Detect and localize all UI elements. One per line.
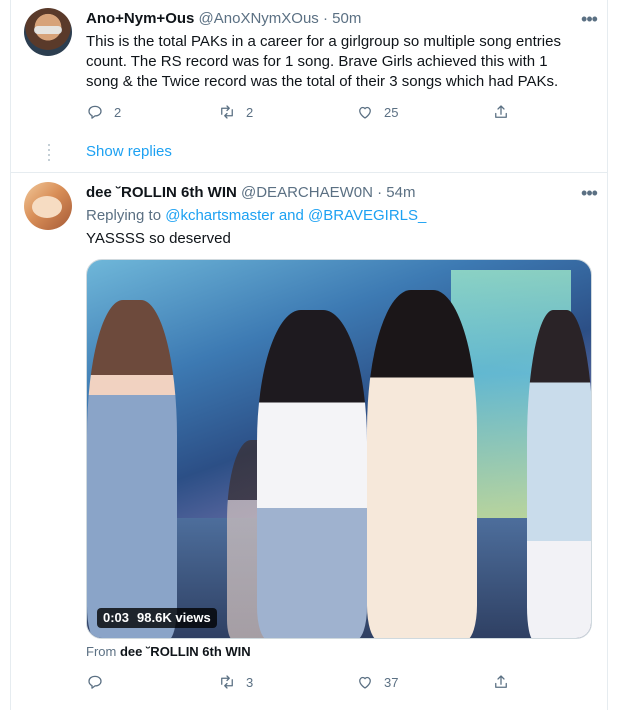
video-time: 0:03 bbox=[103, 610, 130, 625]
tweet-header: dee ˘ROLLIN 6th WIN @DEARCHAEW0N · 54m bbox=[86, 184, 415, 201]
timestamp[interactable]: 54m bbox=[386, 184, 415, 201]
performer-figure bbox=[257, 310, 367, 638]
thread-connector bbox=[48, 144, 50, 164]
performer-figure bbox=[87, 300, 177, 638]
mention-link[interactable]: @kchartsmaster bbox=[165, 207, 274, 224]
dot-separator: · bbox=[322, 10, 328, 27]
like-count: 25 bbox=[384, 104, 399, 120]
display-name[interactable]: Ano+Nym+Ous bbox=[86, 10, 194, 27]
replying-to: Replying to @kchartsmaster and @BRAVEGIR… bbox=[86, 207, 426, 224]
mention-link[interactable]: @BRAVEGIRLS_ bbox=[308, 207, 426, 224]
video-player[interactable]: 0:03 98.6K views bbox=[86, 259, 592, 639]
performer-figure bbox=[527, 310, 591, 638]
more-icon[interactable]: ••• bbox=[580, 10, 598, 28]
from-name[interactable]: dee ˘ROLLIN 6th WIN bbox=[120, 644, 251, 659]
like-icon bbox=[359, 106, 371, 119]
retweet-count: 2 bbox=[246, 104, 254, 120]
share-button[interactable] bbox=[492, 671, 510, 693]
retweet-icon bbox=[221, 675, 233, 689]
avatar[interactable] bbox=[24, 182, 72, 230]
avatar-glasses bbox=[34, 26, 62, 34]
handle[interactable]: @AnoXNymXOus bbox=[199, 10, 319, 27]
video-views: 98.6K views bbox=[137, 610, 211, 625]
performer-figure bbox=[367, 290, 477, 638]
retweet-icon bbox=[221, 105, 233, 119]
more-icon[interactable]: ••• bbox=[580, 184, 598, 202]
tweet-actions: 2 2 25 bbox=[86, 101, 526, 123]
replying-and: and bbox=[278, 207, 304, 224]
share-icon bbox=[495, 105, 507, 118]
tweet-divider bbox=[10, 172, 608, 173]
timestamp[interactable]: 50m bbox=[332, 10, 361, 27]
reply-count: 2 bbox=[114, 104, 122, 120]
retweet-button[interactable]: 2 bbox=[218, 101, 253, 123]
avatar[interactable] bbox=[24, 8, 72, 56]
like-count: 37 bbox=[384, 674, 399, 690]
share-button[interactable] bbox=[492, 101, 510, 123]
tweet-header: Ano+Nym+Ous @AnoXNymXOus · 50m bbox=[86, 10, 361, 27]
retweet-count: 3 bbox=[246, 674, 254, 690]
share-icon bbox=[495, 675, 507, 688]
like-button[interactable]: 25 bbox=[356, 101, 398, 123]
tweet-text: YASSSS so deserved bbox=[86, 230, 231, 247]
video-attribution: From dee ˘ROLLIN 6th WIN bbox=[86, 644, 251, 659]
handle[interactable]: @DEARCHAEW0N bbox=[241, 184, 373, 201]
video-stats-badge: 0:03 98.6K views bbox=[97, 608, 217, 628]
like-icon bbox=[359, 676, 371, 689]
tweet-text: This is the total PAKs in a career for a… bbox=[86, 33, 561, 90]
avatar-face bbox=[32, 196, 62, 218]
reply-button[interactable] bbox=[86, 671, 114, 693]
tweet-actions: 3 37 bbox=[86, 671, 526, 693]
reply-icon bbox=[88, 105, 102, 119]
reply-button[interactable]: 2 bbox=[86, 101, 121, 123]
retweet-button[interactable]: 3 bbox=[218, 671, 253, 693]
reply-icon bbox=[88, 675, 102, 689]
display-name[interactable]: dee ˘ROLLIN 6th WIN bbox=[86, 184, 237, 201]
from-label: From bbox=[86, 644, 117, 659]
like-button[interactable]: 37 bbox=[356, 671, 398, 693]
replying-prefix: Replying to bbox=[86, 207, 162, 224]
dot-separator: · bbox=[377, 184, 383, 201]
show-replies-link[interactable]: Show replies bbox=[86, 143, 172, 160]
